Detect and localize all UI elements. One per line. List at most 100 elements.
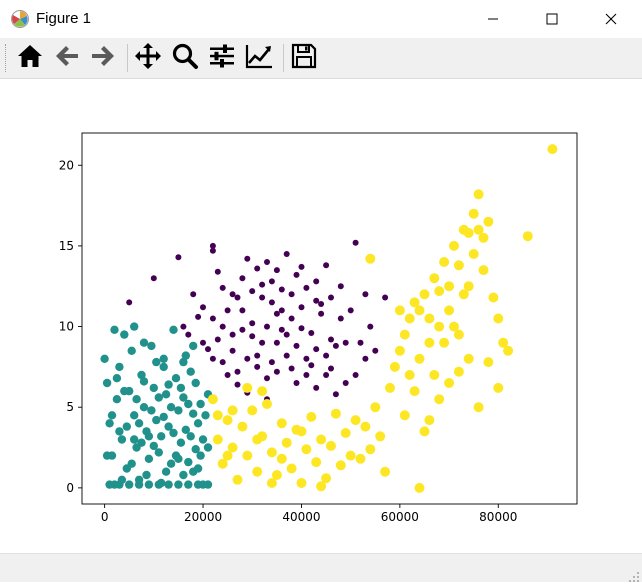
data-point [296, 426, 307, 437]
data-point [382, 294, 389, 301]
data-point [342, 339, 349, 346]
data-point [493, 382, 504, 393]
data-point [224, 307, 231, 314]
minimize-button[interactable] [470, 0, 516, 38]
data-point [209, 355, 216, 362]
move-icon [134, 42, 162, 74]
data-point [394, 345, 405, 356]
data-point [288, 291, 295, 298]
data-point [209, 315, 216, 322]
data-point [493, 313, 504, 324]
data-point [198, 435, 208, 444]
data-point [283, 251, 290, 257]
data-point [522, 231, 533, 242]
data-point [239, 307, 246, 314]
data-point [273, 267, 280, 274]
data-point [323, 372, 330, 378]
data-point [424, 415, 435, 426]
data-point [283, 352, 290, 359]
data-point [102, 378, 112, 388]
home-button[interactable] [14, 42, 46, 74]
data-point [345, 450, 356, 461]
data-point [370, 402, 381, 413]
magnifier-icon [171, 42, 199, 74]
data-point [357, 339, 364, 346]
series-0 [126, 239, 389, 403]
data-point [237, 421, 248, 432]
data-point [115, 480, 124, 489]
data-point [203, 480, 213, 489]
data-point [326, 440, 336, 451]
data-point [227, 405, 238, 416]
data-point [298, 304, 305, 311]
data-point [117, 435, 127, 444]
data-point [352, 239, 359, 246]
data-point [365, 444, 376, 455]
edit-axis-button[interactable] [243, 42, 275, 74]
data-point [362, 291, 369, 298]
data-point [161, 390, 171, 399]
data-point [259, 281, 266, 288]
data-point [161, 467, 171, 476]
data-point [242, 382, 253, 393]
data-point [463, 353, 474, 364]
data-point [196, 399, 205, 409]
data-point [115, 427, 124, 436]
data-point [152, 415, 161, 425]
data-point [296, 478, 307, 488]
close-button[interactable] [588, 0, 634, 38]
data-point [316, 434, 327, 445]
data-point [352, 372, 359, 378]
data-point [308, 330, 315, 336]
data-point [278, 286, 285, 293]
close-icon [605, 10, 617, 29]
data-point [184, 480, 193, 489]
y-tick-label: 10 [59, 320, 74, 334]
data-point [301, 444, 312, 455]
data-point [419, 426, 430, 437]
data-point [107, 411, 117, 420]
data-point [286, 463, 297, 474]
data-point [252, 466, 263, 477]
data-point [203, 443, 213, 452]
x-axis: 0 20000 40000 60000 80000 [101, 504, 517, 524]
data-point [288, 315, 295, 322]
data-point [360, 421, 371, 432]
save-button[interactable] [288, 42, 320, 74]
back-button[interactable] [51, 42, 83, 74]
data-point [340, 428, 351, 438]
resize-grip[interactable] [628, 568, 640, 582]
data-point [424, 337, 435, 348]
pan-button[interactable] [132, 42, 164, 74]
zoom-button[interactable] [169, 42, 201, 74]
data-point [244, 255, 251, 262]
data-point [229, 291, 236, 298]
data-point [444, 305, 455, 316]
series-2 [207, 144, 558, 493]
scatter-plot[interactable]: 0 20000 40000 60000 80000 0 5 10 15 20 [0, 79, 642, 553]
floppy-disk-icon [290, 42, 318, 74]
x-tick-label: 40000 [282, 510, 320, 524]
maximize-button[interactable] [529, 0, 575, 38]
data-point [503, 345, 514, 356]
data-point [328, 336, 334, 343]
data-point [219, 284, 226, 291]
data-point [171, 374, 181, 383]
data-point [278, 326, 285, 333]
forward-button[interactable] [87, 42, 119, 74]
toolbar-grip[interactable] [5, 44, 9, 72]
configure-subplots-button[interactable] [206, 42, 238, 74]
figure-canvas[interactable]: 0 20000 40000 60000 80000 0 5 10 15 20 [0, 79, 642, 553]
data-point [154, 480, 163, 489]
data-point [453, 260, 464, 271]
data-point [434, 286, 445, 297]
data-point [222, 415, 233, 426]
data-point [149, 441, 158, 451]
home-icon [16, 42, 44, 74]
data-point [473, 189, 484, 200]
data-point [355, 453, 366, 464]
data-point [144, 454, 154, 463]
data-point [219, 323, 226, 330]
data-point [429, 370, 440, 380]
data-point [313, 297, 320, 304]
